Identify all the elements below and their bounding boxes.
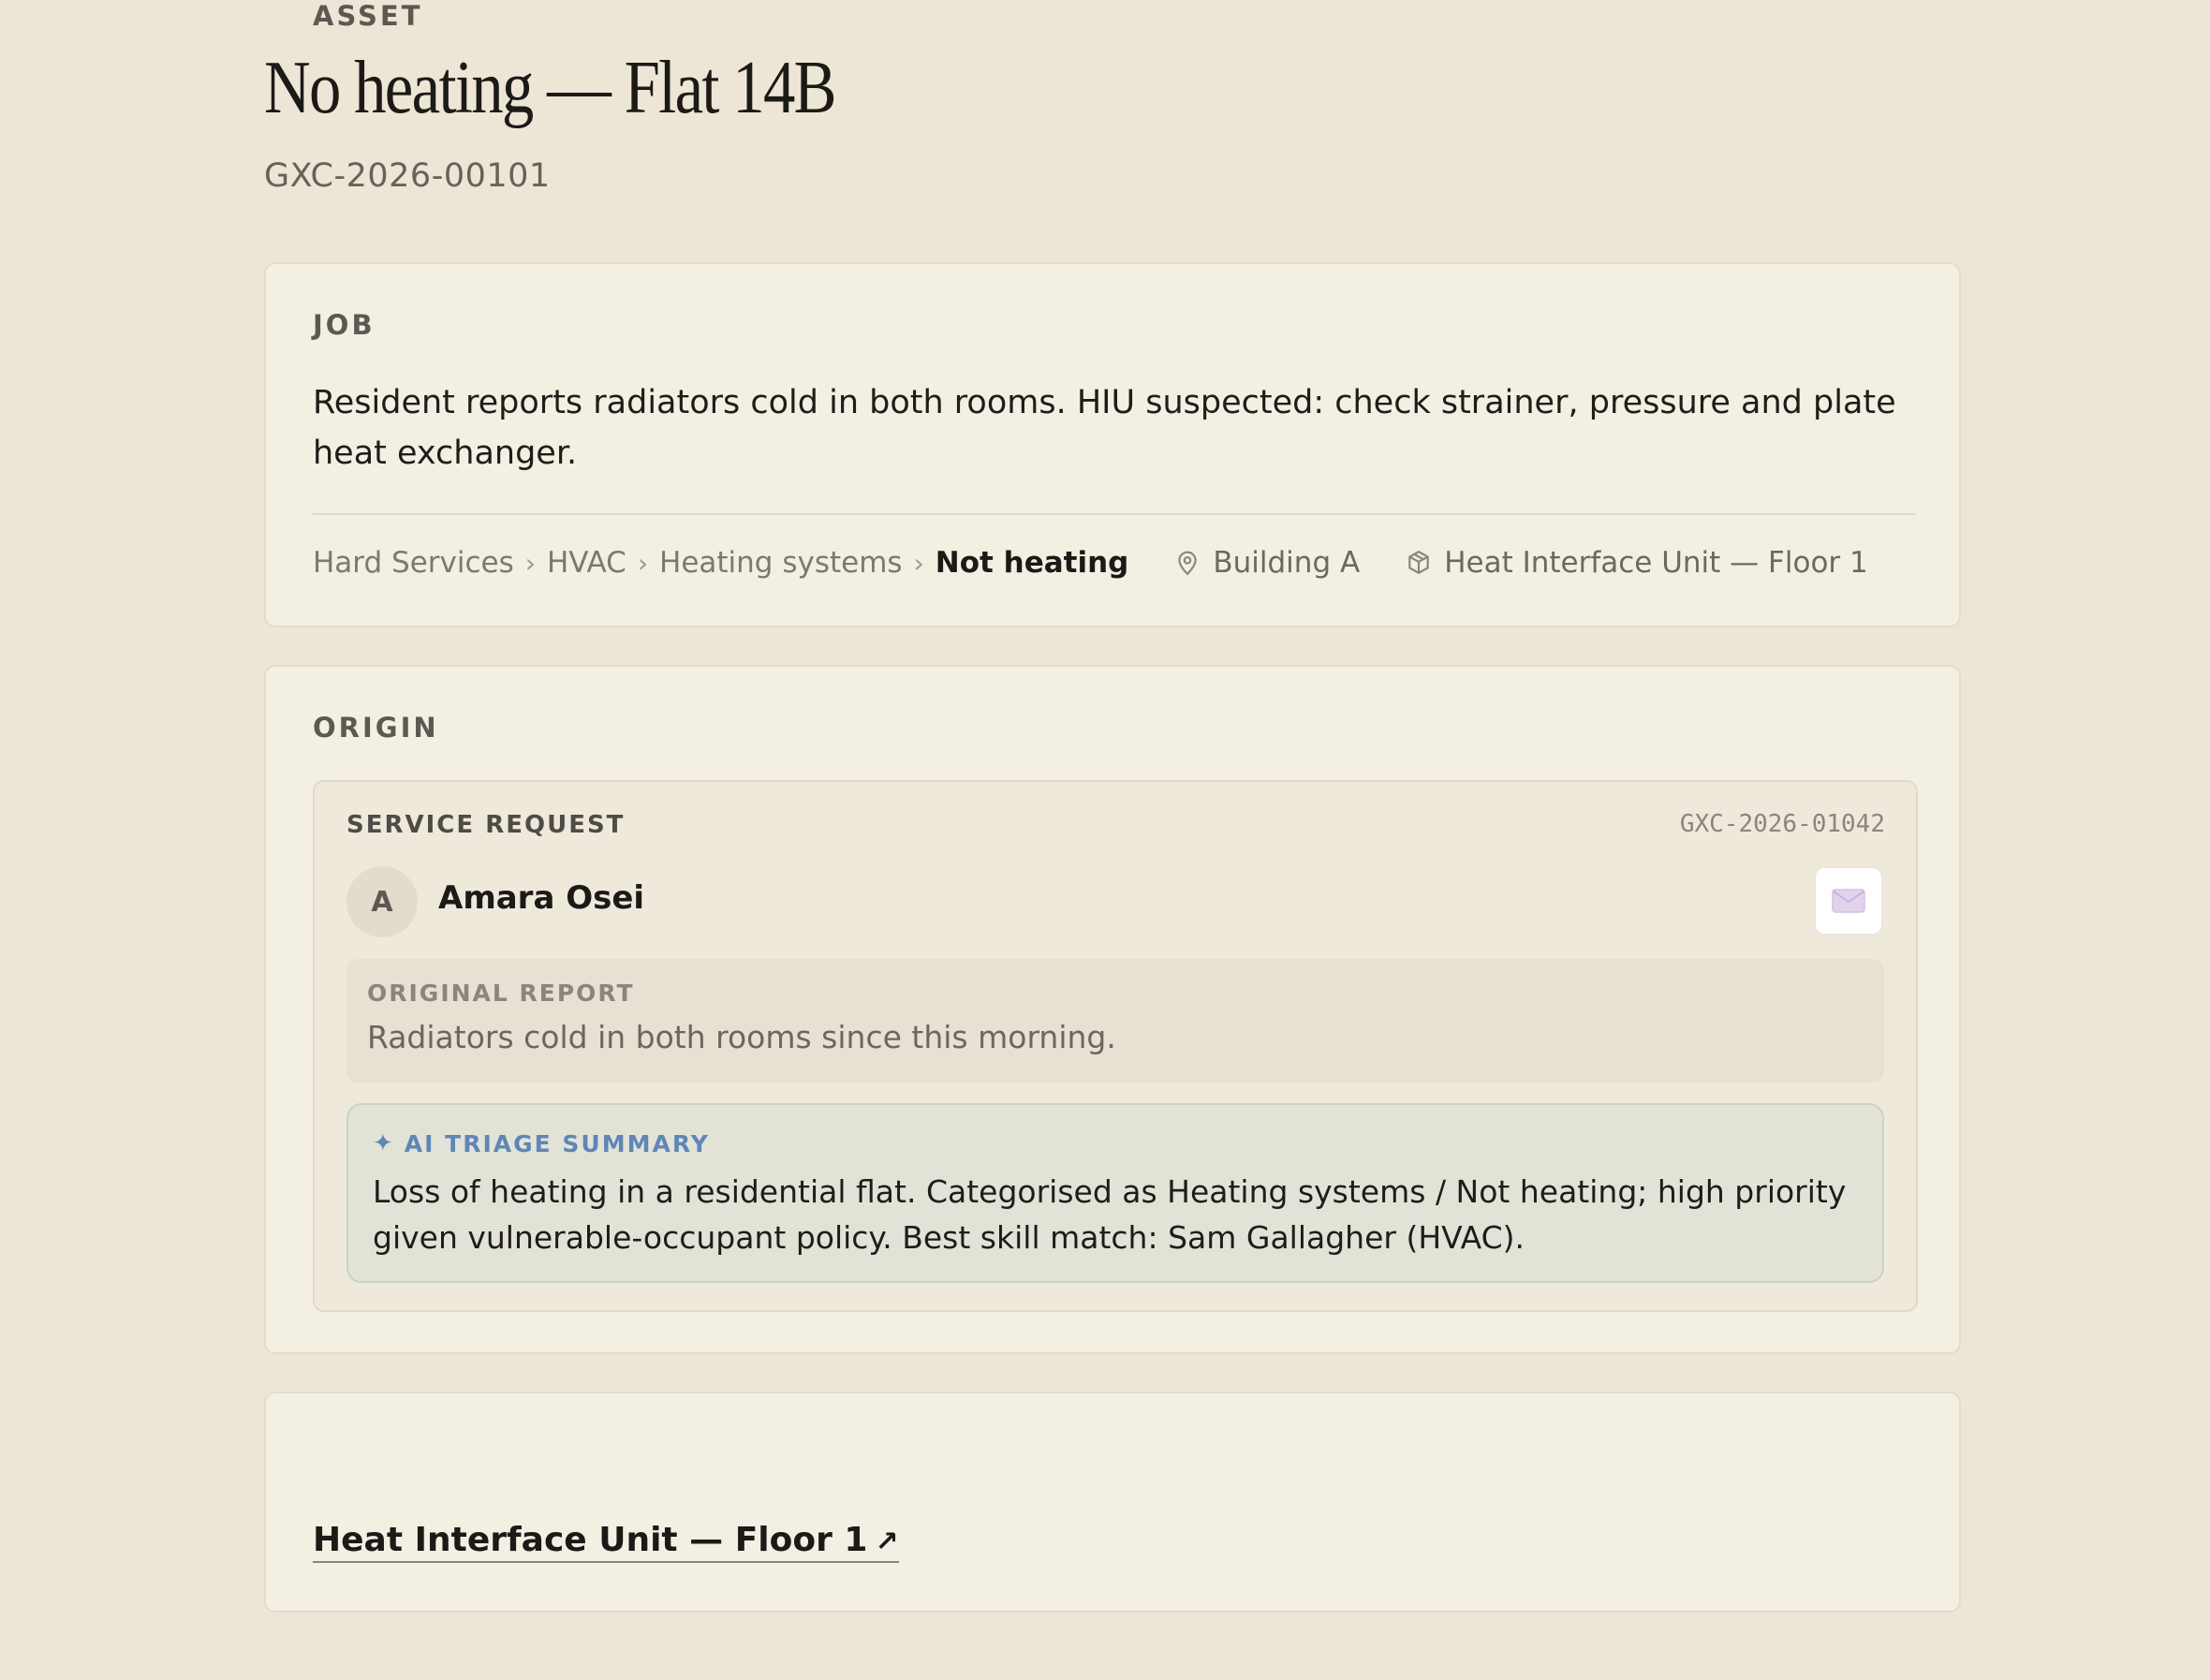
map-pin-icon [1178, 551, 1198, 576]
envelope-icon [1832, 889, 1865, 913]
ai-triage-label-text: AI TRIAGE SUMMARY [404, 1129, 710, 1157]
original-report-text: Radiators cold in both rooms since this … [367, 1019, 1116, 1055]
email-channel-button[interactable] [1814, 866, 1883, 936]
job-divider [313, 513, 1916, 515]
job-meta-row: Hard Services › HVAC › Heating systems ›… [313, 541, 1868, 584]
asset-card [264, 1392, 1961, 1613]
job-description: Resident reports radiators cold in both … [313, 384, 1896, 472]
location-meta: Building A [1175, 546, 1360, 580]
ai-triage-text: Loss of heating in a residential flat. C… [373, 1173, 1847, 1256]
breadcrumb-separator: › [637, 547, 649, 579]
original-report-box: ORIGINAL REPORT Radiators cold in both r… [346, 959, 1884, 1083]
breadcrumb-item[interactable]: Heating systems [659, 546, 903, 580]
breadcrumb-item[interactable]: HVAC [547, 546, 626, 580]
asset-section-label: ASSET [313, 0, 423, 32]
ai-triage-label: ✦ AI TRIAGE SUMMARY [373, 1129, 710, 1157]
ai-triage-summary-box: ✦ AI TRIAGE SUMMARY Loss of heating in a… [346, 1103, 1884, 1283]
sparkle-icon: ✦ [373, 1129, 395, 1157]
service-request-label: SERVICE REQUEST [346, 811, 626, 839]
breadcrumb-current: Not heating [935, 546, 1129, 580]
breadcrumb-separator: › [524, 547, 536, 579]
original-report-label: ORIGINAL REPORT [367, 980, 635, 1007]
origin-section-label: ORIGIN [313, 712, 439, 744]
box-icon [1408, 551, 1429, 574]
job-reference: GXC-2026-00101 [264, 157, 551, 195]
page-title: No heating — Flat 14B [264, 47, 837, 129]
requester-name: Amara Osei [438, 879, 645, 917]
asset-meta-label: Heat Interface Unit — Floor 1 [1444, 546, 1868, 580]
breadcrumb-item[interactable]: Hard Services [313, 546, 514, 580]
asset-meta: Heat Interface Unit — Floor 1 [1407, 546, 1868, 580]
asset-link-text: Heat Interface Unit — Floor 1 [313, 1521, 868, 1559]
external-link-arrow-icon: ↗ [875, 1525, 899, 1558]
location-label: Building A [1213, 546, 1361, 580]
breadcrumb-separator: › [913, 547, 924, 579]
asset-link[interactable]: Heat Interface Unit — Floor 1 ↗ [313, 1521, 899, 1563]
job-section-label: JOB [313, 309, 376, 341]
service-request-reference: GXC-2026-01042 [1679, 810, 1885, 838]
avatar: A [346, 866, 418, 937]
